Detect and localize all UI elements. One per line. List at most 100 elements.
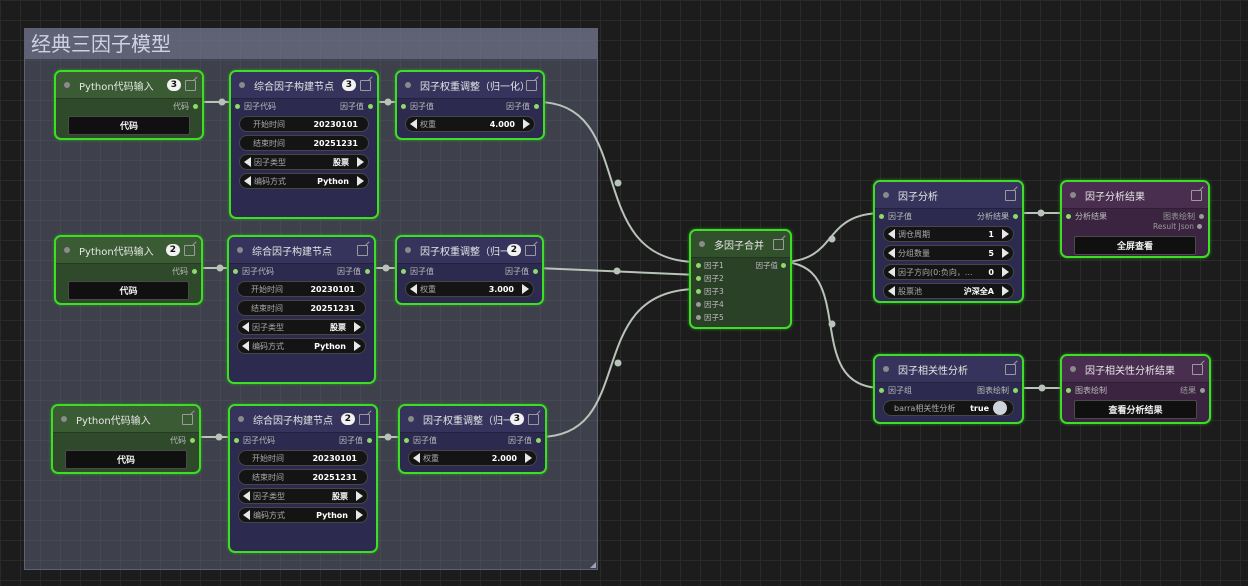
output-slot[interactable] — [1197, 224, 1202, 229]
factor-build-node-2[interactable]: 综合因子构建节点 因子代码 因子值 开始时间 20230101 结束时间 20251… — [227, 235, 376, 384]
output-slot[interactable] — [192, 269, 197, 274]
arrow-left-icon[interactable] — [410, 284, 417, 294]
weight-node-3[interactable]: 因子权重调整（归一化） 3 因子值 因子值 权重2.000 — [398, 404, 547, 474]
collapse-dot-icon[interactable] — [64, 82, 70, 88]
output-slot[interactable] — [536, 438, 541, 443]
edit-icon[interactable] — [1191, 189, 1202, 201]
input-slot[interactable] — [879, 388, 884, 393]
weight-stepper[interactable]: 权重 3.000 — [405, 281, 534, 297]
toggle-knob-icon[interactable] — [993, 401, 1007, 415]
collapse-dot-icon[interactable] — [408, 416, 414, 422]
edit-icon[interactable] — [1005, 189, 1016, 201]
node-header[interactable]: 综合因子构建节点 — [229, 237, 374, 264]
weight-stepper[interactable]: 权重 2.000 — [408, 450, 537, 466]
input-slot[interactable] — [696, 302, 701, 307]
node-header[interactable]: 因子分析 — [875, 182, 1022, 209]
arrow-right-icon[interactable] — [1002, 229, 1009, 239]
arrow-left-icon[interactable] — [888, 267, 895, 277]
edit-icon[interactable] — [185, 79, 196, 91]
edit-icon[interactable] — [184, 244, 195, 256]
output-slot[interactable] — [1013, 214, 1018, 219]
node-header[interactable]: 因子权重调整（归一化） — [397, 72, 543, 99]
edit-icon[interactable] — [526, 79, 537, 91]
factor-build-node-1[interactable]: 综合因子构建节点 3 因子代码 因子值 开始时间 20230101 结束时间 202… — [229, 70, 379, 219]
arrow-right-icon[interactable] — [1002, 267, 1009, 277]
input-slot[interactable] — [401, 269, 406, 274]
collapse-dot-icon[interactable] — [61, 416, 67, 422]
output-slot[interactable] — [781, 263, 786, 268]
output-slot[interactable] — [534, 104, 539, 109]
factor-direction-stepper[interactable]: 因子方向(0:负向，... 0 — [883, 264, 1014, 280]
edit-icon[interactable] — [525, 244, 536, 256]
end-time-field[interactable]: 结束时间 20251231 — [238, 469, 368, 485]
group-count-stepper[interactable]: 分组数量 5 — [883, 245, 1014, 261]
node-header[interactable]: 因子权重调整（归一化） 3 — [400, 406, 545, 433]
factor-correlation-result-node[interactable]: 因子相关性分析结果 图表绘制 结果 查看分析结果 — [1060, 354, 1211, 424]
output-slot[interactable] — [193, 104, 198, 109]
arrow-right-icon[interactable] — [1002, 248, 1009, 258]
end-time-field[interactable]: 结束时间 20251231 — [237, 300, 366, 316]
python-input-node-3[interactable]: Python代码输入 代码 代码 — [51, 404, 201, 474]
arrow-left-icon[interactable] — [243, 510, 250, 520]
edit-icon[interactable] — [182, 413, 193, 425]
arrow-right-icon[interactable] — [357, 157, 364, 167]
arrow-right-icon[interactable] — [354, 341, 361, 351]
arrow-left-icon[interactable] — [243, 491, 250, 501]
input-slot[interactable] — [235, 104, 240, 109]
input-slot[interactable] — [401, 104, 406, 109]
collapse-dot-icon[interactable] — [699, 241, 705, 247]
arrow-right-icon[interactable] — [357, 176, 364, 186]
arrow-left-icon[interactable] — [242, 341, 249, 351]
multi-factor-merge-node[interactable]: 多因子合并 因子1 因子值 因子2 因子3 因子4 因子5 — [689, 229, 792, 329]
collapse-dot-icon[interactable] — [405, 247, 411, 253]
collapse-dot-icon[interactable] — [1070, 366, 1076, 372]
weight-node-2[interactable]: 因子权重调整（归一化） 2 因子值 因子值 权重3.000 — [395, 235, 544, 305]
encoding-select[interactable]: 编码方式 Python — [238, 507, 368, 523]
node-header[interactable]: 因子相关性分析结果 — [1062, 356, 1209, 383]
node-header[interactable]: 综合因子构建节点 3 — [231, 72, 377, 99]
node-header[interactable]: Python代码输入 — [53, 406, 199, 433]
collapse-dot-icon[interactable] — [237, 247, 243, 253]
encoding-select[interactable]: 编码方式 Python — [237, 338, 366, 354]
node-header[interactable]: 因子权重调整（归一化） 2 — [397, 237, 542, 264]
factor-analysis-result-node[interactable]: 因子分析结果 分析结果 图表绘制 Result Json 全屏查看 — [1060, 180, 1210, 258]
output-slot[interactable] — [1200, 388, 1205, 393]
output-slot[interactable] — [190, 438, 195, 443]
weight-node-1[interactable]: 因子权重调整（归一化） 因子值 因子值 权重 4.000 — [395, 70, 545, 140]
arrow-left-icon[interactable] — [888, 286, 895, 296]
input-slot[interactable] — [696, 263, 701, 268]
arrow-left-icon[interactable] — [410, 119, 417, 129]
arrow-left-icon[interactable] — [244, 176, 251, 186]
arrow-right-icon[interactable] — [1002, 286, 1009, 296]
python-input-node-2[interactable]: Python代码输入 2 代码 代码 — [54, 235, 203, 305]
collapse-dot-icon[interactable] — [405, 82, 411, 88]
output-slot[interactable] — [533, 269, 538, 274]
output-slot[interactable] — [368, 104, 373, 109]
arrow-right-icon[interactable] — [354, 322, 361, 332]
node-header[interactable]: 综合因子构建节点 2 — [230, 406, 376, 433]
arrow-right-icon[interactable] — [356, 491, 363, 501]
output-slot[interactable] — [1013, 388, 1018, 393]
collapse-dot-icon[interactable] — [64, 247, 70, 253]
start-time-field[interactable]: 开始时间 20230101 — [239, 116, 369, 132]
factor-build-node-3[interactable]: 综合因子构建节点 2 因子代码 因子值 开始时间 20230101 结束时间 202… — [228, 404, 378, 553]
arrow-left-icon[interactable] — [888, 229, 895, 239]
arrow-right-icon[interactable] — [522, 284, 529, 294]
arrow-right-icon[interactable] — [525, 453, 532, 463]
edit-icon[interactable] — [360, 79, 371, 91]
collapse-dot-icon[interactable] — [238, 416, 244, 422]
input-slot[interactable] — [404, 438, 409, 443]
edit-icon[interactable] — [1005, 363, 1016, 375]
node-header[interactable]: Python代码输入 2 — [56, 237, 201, 264]
code-button[interactable]: 代码 — [68, 281, 189, 300]
view-analysis-result-button[interactable]: 查看分析结果 — [1074, 400, 1197, 419]
fullscreen-view-button[interactable]: 全屏查看 — [1074, 236, 1196, 255]
factor-type-select[interactable]: 因子类型 股票 — [238, 488, 368, 504]
node-header[interactable]: 因子分析结果 — [1062, 182, 1208, 209]
edit-icon[interactable] — [359, 413, 370, 425]
start-time-field[interactable]: 开始时间 20230101 — [238, 450, 368, 466]
start-time-field[interactable]: 开始时间 20230101 — [237, 281, 366, 297]
input-slot[interactable] — [233, 269, 238, 274]
arrow-left-icon[interactable] — [244, 157, 251, 167]
arrow-left-icon[interactable] — [888, 248, 895, 258]
